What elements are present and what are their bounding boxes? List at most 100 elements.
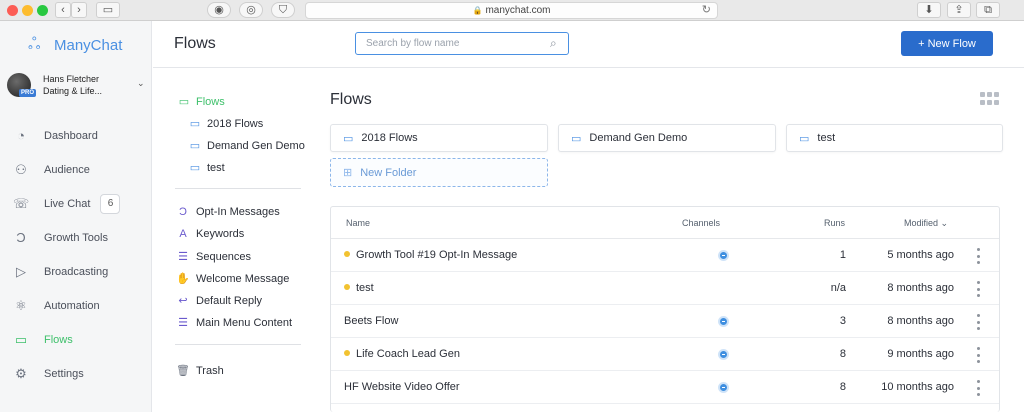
sidebar-toggle-icon[interactable]: ▭: [96, 2, 120, 18]
search-input[interactable]: [355, 32, 569, 55]
brand-name: ManyChat: [54, 36, 123, 54]
extension-icon[interactable]: ◉: [207, 2, 231, 18]
flow-name-cell[interactable]: test: [344, 282, 374, 294]
more-options-icon[interactable]: [977, 248, 981, 264]
flow-name: HF Website Video Offer: [344, 381, 460, 393]
messenger-channel-icon: [718, 250, 729, 261]
flow-name-cell[interactable]: Beets Flow: [344, 315, 398, 327]
folder-icon: ▭: [189, 118, 201, 130]
new-folder-button[interactable]: ⊞ New Folder: [330, 158, 548, 187]
column-header-label: Modified: [904, 218, 939, 228]
top-bar: Flows ⌕ + New Flow: [153, 21, 1024, 68]
column-header-runs[interactable]: Runs: [824, 218, 845, 228]
flow-name-cell[interactable]: Life Coach Lead Gen: [344, 348, 460, 360]
flow-name-cell[interactable]: Growth Tool #19 Opt-In Message: [344, 249, 517, 261]
add-folder-icon: ⊞: [343, 167, 353, 179]
address-bar[interactable]: 🔒 manychat.com ↻: [305, 2, 718, 19]
minimize-window-button[interactable]: [22, 5, 33, 16]
tree-item-welcome-message[interactable]: ✋ Welcome Message: [176, 272, 289, 286]
close-window-button[interactable]: [7, 5, 18, 16]
table-row[interactable]: Beets Flow 3 8 months ago: [331, 305, 999, 338]
folder-icon: ▭: [571, 132, 582, 145]
grid-view-icon[interactable]: [980, 92, 1000, 106]
flow-name: Beets Flow: [344, 315, 399, 327]
tree-item-label: Sequences: [196, 250, 252, 263]
table-row[interactable]: HF Website Video Offer 8 10 months ago: [331, 371, 999, 404]
sidebar-item-broadcasting[interactable]: ▷ Broadcasting: [0, 255, 152, 289]
lock-icon: 🔒: [472, 6, 483, 15]
folder-card[interactable]: ▭ test: [786, 124, 1003, 152]
sidebar-item-dashboard[interactable]: ◔ Dashboard: [0, 119, 152, 153]
tree-item-opt-in-messages[interactable]: Ɔ Opt-In Messages: [176, 206, 280, 218]
opt-in-icon: Ɔ: [179, 206, 187, 218]
table-row[interactable]: Growth Tool #19 Opt-In Message 1 5 month…: [331, 239, 999, 272]
table-row[interactable]: Life Coach Lead Gen 8 9 months ago: [331, 338, 999, 371]
sidebar-item-settings[interactable]: ⚙ Settings: [0, 357, 152, 391]
column-header-name[interactable]: Name: [346, 218, 370, 228]
more-options-icon[interactable]: [977, 380, 981, 396]
account-switcher[interactable]: PRO Hans Fletcher Dating & Life... ⌄: [7, 73, 147, 101]
dashboard-icon: ◔: [17, 128, 25, 143]
sidebar-item-automation[interactable]: ⚛ Automation: [0, 289, 152, 323]
trash-icon: 🗑: [176, 365, 190, 377]
tree-item-trash[interactable]: 🗑 Trash: [176, 364, 224, 378]
folder-icon: ▭: [799, 132, 810, 145]
tree-item-flows[interactable]: ▭ Flows: [177, 95, 225, 109]
folder-card[interactable]: ▭ 2018 Flows: [330, 124, 548, 152]
runs-cell: 1: [839, 249, 846, 261]
more-options-icon[interactable]: [977, 314, 981, 330]
tree-item-main-menu[interactable]: ☰ Main Menu Content: [176, 316, 292, 330]
download-icon[interactable]: ⬇: [917, 2, 941, 18]
runs-cell: 8: [839, 348, 846, 360]
table-row[interactable]: test n/a 8 months ago: [331, 272, 999, 305]
sidebar-item-label: Growth Tools: [44, 232, 108, 244]
more-options-icon[interactable]: [977, 281, 981, 297]
extension-icon[interactable]: ◎: [239, 2, 263, 18]
sidebar-item-live-chat[interactable]: ☏ Live Chat 6: [0, 187, 152, 221]
flow-name-cell[interactable]: HF Website Video Offer: [344, 381, 460, 393]
tree-item-sequences[interactable]: ☰ Sequences: [176, 250, 252, 264]
tree-item-folder[interactable]: ▭ test: [188, 161, 225, 175]
sidebar-item-audience[interactable]: ⚇ Audience: [0, 153, 152, 187]
automation-icon: ⚛: [15, 298, 27, 313]
new-flow-button[interactable]: + New Flow: [901, 31, 993, 56]
flow-name: Life Coach Lead Gen: [356, 348, 460, 360]
tree-item-keywords[interactable]: A Keywords: [176, 228, 244, 240]
reply-icon: ↩: [178, 295, 188, 307]
share-icon[interactable]: ⇪: [947, 2, 971, 18]
shield-icon[interactable]: ⛉: [271, 2, 295, 18]
flows-icon: ▭: [14, 332, 28, 347]
tree-item-folder[interactable]: ▭ Demand Gen Demo: [188, 139, 320, 153]
growth-tools-icon: Ɔ: [16, 230, 26, 245]
runs-cell: 8: [839, 381, 846, 393]
tree-item-label: Main Menu Content: [196, 316, 292, 329]
sidebar-item-flows[interactable]: ▭ Flows: [0, 323, 152, 357]
menu-icon: ☰: [178, 317, 188, 329]
tree-item-folder[interactable]: ▭ 2018 Flows: [188, 117, 263, 131]
column-header-modified[interactable]: Modified ⌄: [904, 218, 948, 229]
divider: [175, 188, 301, 189]
main-nav: ◔ Dashboard ⚇ Audience ☏ Live Chat 6 Ɔ G…: [0, 119, 152, 391]
tree-item-default-reply[interactable]: ↩ Default Reply: [176, 294, 263, 308]
back-button[interactable]: ‹: [55, 2, 71, 18]
tabs-icon[interactable]: ⧉: [976, 2, 1000, 18]
forward-button[interactable]: ›: [71, 2, 87, 18]
tree-item-label: Default Reply: [196, 294, 263, 307]
tree-item-label: Opt-In Messages: [196, 206, 280, 218]
search-icon[interactable]: ⌕: [550, 36, 557, 51]
audience-icon: ⚇: [15, 162, 27, 177]
folder-icon: ▭: [343, 132, 354, 145]
live-chat-count-badge: 6: [100, 194, 121, 214]
maximize-window-button[interactable]: [37, 5, 48, 16]
reload-icon[interactable]: ↻: [702, 3, 711, 18]
modified-cell: 8 months ago: [887, 315, 954, 327]
more-options-icon[interactable]: [977, 347, 981, 363]
brand-logo[interactable]: ஃ ManyChat: [28, 35, 122, 55]
runs-cell: n/a: [830, 282, 846, 294]
sidebar-item-label: Flows: [44, 334, 73, 346]
url-text: manychat.com: [485, 5, 551, 16]
folder-card-label: test: [817, 132, 836, 144]
folder-card[interactable]: ▭ Demand Gen Demo: [558, 124, 776, 152]
folder-icon: ▭: [189, 140, 201, 152]
sidebar-item-growth-tools[interactable]: Ɔ Growth Tools: [0, 221, 152, 255]
